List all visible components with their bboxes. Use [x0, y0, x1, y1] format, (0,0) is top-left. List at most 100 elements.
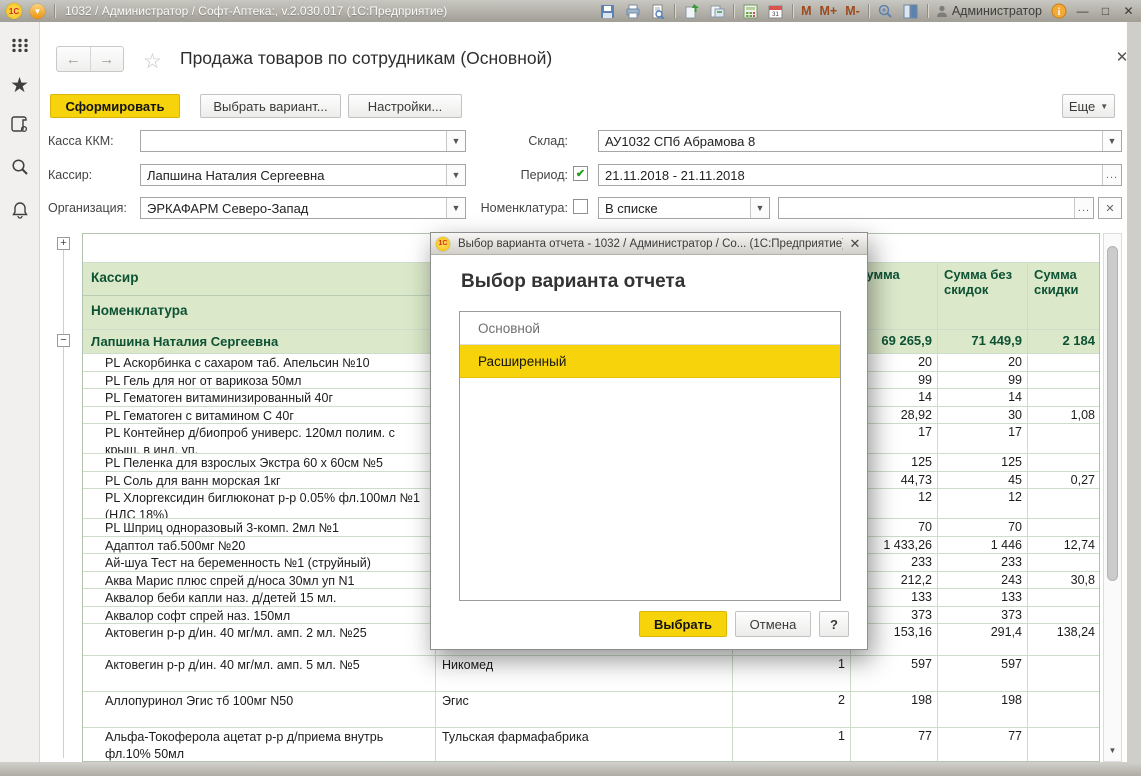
nomenclature-label: Номенклатура: [480, 201, 568, 215]
close-form-icon[interactable]: ✕ [1113, 48, 1131, 66]
info-icon[interactable]: i [1050, 3, 1067, 19]
organization-field[interactable]: ЭРКАФАРМ Северо-Запад▼ [140, 197, 466, 219]
header-sum-no-discount[interactable]: Сумма без скидок [938, 263, 1028, 330]
variant-option-osnovnoy[interactable]: Основной [460, 312, 840, 345]
kkm-field[interactable]: ▼ [140, 130, 466, 152]
vertical-scrollbar[interactable]: ▼ [1103, 233, 1122, 762]
divider [54, 4, 55, 18]
header-nomenclature[interactable]: Номенклатура [83, 296, 435, 329]
calendar-icon[interactable]: 31 [767, 3, 784, 19]
cell-sum: 77 [851, 728, 938, 762]
1c-logo-icon: 1С [6, 3, 22, 19]
memory-m-minus-button[interactable]: M- [845, 4, 860, 18]
1c-logo-icon: 1С [436, 237, 450, 251]
print-preview-icon[interactable] [649, 3, 666, 19]
dialog-help-button[interactable]: ? [819, 611, 849, 637]
cell-nomenclature: Ай-шуа Тест на беременность №1 (струйный… [83, 554, 436, 572]
dropdown-arrow-icon[interactable]: ▼ [1102, 131, 1121, 151]
cell-sum-no-discount: 373 [938, 607, 1028, 625]
go-to-link-icon[interactable] [708, 3, 725, 19]
dialog-heading: Выбор варианта отчета [461, 271, 685, 293]
cell-discount [1028, 372, 1100, 390]
split-window-icon[interactable] [902, 3, 919, 19]
cell-discount [1028, 554, 1100, 572]
clear-field-button[interactable]: ✕ [1098, 197, 1122, 219]
expand-all-toggle[interactable]: + [57, 237, 70, 250]
current-user[interactable]: Администратор [936, 4, 1042, 18]
search-icon[interactable] [11, 158, 29, 181]
close-window-button[interactable]: ✕ [1121, 4, 1136, 18]
cell-sum-no-discount: 45 [938, 472, 1028, 490]
dialog-title: Выбор варианта отчета - 1032 / Администр… [458, 238, 843, 250]
notifications-bell-icon[interactable] [11, 201, 29, 224]
dropdown-arrow-icon[interactable]: ▼ [446, 131, 465, 151]
cell-sum-no-discount: 243 [938, 572, 1028, 590]
scroll-down-arrow-icon[interactable]: ▼ [1104, 746, 1121, 755]
user-icon [936, 5, 948, 18]
collapse-group-toggle[interactable]: − [57, 334, 70, 347]
app-window: 1С ▼ 1032 / Администратор / Софт-Аптека:… [0, 0, 1141, 776]
cell-sum-no-discount: 233 [938, 554, 1028, 572]
left-toolbar: ★ [0, 22, 40, 776]
cell-sum-no-discount: 99 [938, 372, 1028, 390]
cell-sum: 198 [851, 692, 938, 728]
window-bottom-border [0, 762, 1141, 776]
dropdown-arrow-icon[interactable]: ▼ [750, 198, 769, 218]
favorites-star-icon[interactable]: ★ [10, 77, 29, 95]
warehouse-field[interactable]: АУ1032 СПб Абрамова 8▼ [598, 130, 1122, 152]
dialog-close-icon[interactable]: ✕ [843, 236, 867, 252]
nomenclature-checkbox[interactable] [573, 199, 588, 214]
dialog-cancel-button[interactable]: Отмена [735, 611, 811, 637]
dropdown-arrow-icon[interactable]: ▼ [446, 165, 465, 185]
print-icon[interactable] [624, 3, 641, 19]
table-row[interactable]: Альфа-Токоферола ацетат р-р д/приема вну… [83, 728, 1100, 762]
zoom-icon[interactable] [877, 3, 894, 19]
variant-option-rasshirenny[interactable]: Расширенный [460, 345, 840, 378]
forward-button[interactable]: → [91, 47, 124, 71]
cashier-label: Кассир: [48, 168, 92, 182]
cell-nomenclature: PL Гематоген с витамином С 40г [83, 407, 436, 425]
generate-button[interactable]: Сформировать [50, 94, 180, 118]
period-field[interactable]: 21.11.2018 - 21.11.2018... [598, 164, 1122, 186]
cashier-field[interactable]: Лапшина Наталия Сергеевна▼ [140, 164, 466, 186]
memory-m-button[interactable]: M [801, 4, 811, 18]
table-row[interactable]: Аллопуринол Эгис тб 100мг N50 Эгис 2 198… [83, 692, 1100, 728]
get-link-icon[interactable] [683, 3, 700, 19]
memory-m-plus-button[interactable]: M+ [820, 4, 838, 18]
more-button[interactable]: Еще▼ [1062, 94, 1115, 118]
back-button[interactable]: ← [57, 47, 91, 71]
maximize-button[interactable]: □ [1098, 4, 1113, 18]
cell-discount [1028, 519, 1100, 537]
menu-grid-icon[interactable] [11, 38, 29, 57]
more-button-label: Еще [1069, 99, 1095, 114]
main-menu-dropdown-icon[interactable]: ▼ [30, 4, 45, 19]
period-checkbox[interactable]: ✔ [573, 166, 588, 181]
scrollbar-thumb[interactable] [1107, 246, 1118, 581]
nomenclature-condition-field[interactable]: В списке▼ [598, 197, 770, 219]
header-cashier[interactable]: Кассир [83, 263, 435, 296]
dialog-titlebar[interactable]: 1С Выбор варианта отчета - 1032 / Админи… [431, 233, 867, 255]
cell-producer: Никомед [436, 656, 733, 692]
cell-nomenclature: Адаптол таб.500мг №20 [83, 537, 436, 555]
divider [868, 4, 869, 18]
dropdown-arrow-icon[interactable]: ▼ [446, 198, 465, 218]
history-icon[interactable] [10, 115, 29, 138]
ellipsis-button[interactable]: ... [1102, 165, 1121, 185]
cell-nomenclature: PL Контейнер д/биопроб универс. 120мл по… [83, 424, 436, 454]
group-discount-total: 2 184 [1028, 330, 1100, 354]
header-sum-discount[interactable]: Сумма скидки [1028, 263, 1100, 330]
cell-discount [1028, 354, 1100, 372]
nomenclature-value-field[interactable]: ... [778, 197, 1094, 219]
ellipsis-button[interactable]: ... [1074, 198, 1093, 218]
save-icon[interactable] [599, 3, 616, 19]
minimize-button[interactable]: — [1075, 4, 1090, 18]
cell-nomenclature: PL Хлоргексидин биглюконат р-р 0.05% фл.… [83, 489, 436, 519]
cell-sum-no-discount: 1 446 [938, 537, 1028, 555]
dialog-select-button[interactable]: Выбрать [639, 611, 727, 637]
select-variant-button[interactable]: Выбрать вариант... [200, 94, 341, 118]
settings-button[interactable]: Настройки... [348, 94, 462, 118]
variant-list: Основной Расширенный [459, 311, 841, 601]
calculator-icon[interactable] [742, 3, 759, 19]
table-row[interactable]: Актовегин р-р д/ин. 40 мг/мл. амп. 5 мл.… [83, 656, 1100, 692]
add-to-favorites-icon[interactable]: ☆ [143, 49, 162, 74]
